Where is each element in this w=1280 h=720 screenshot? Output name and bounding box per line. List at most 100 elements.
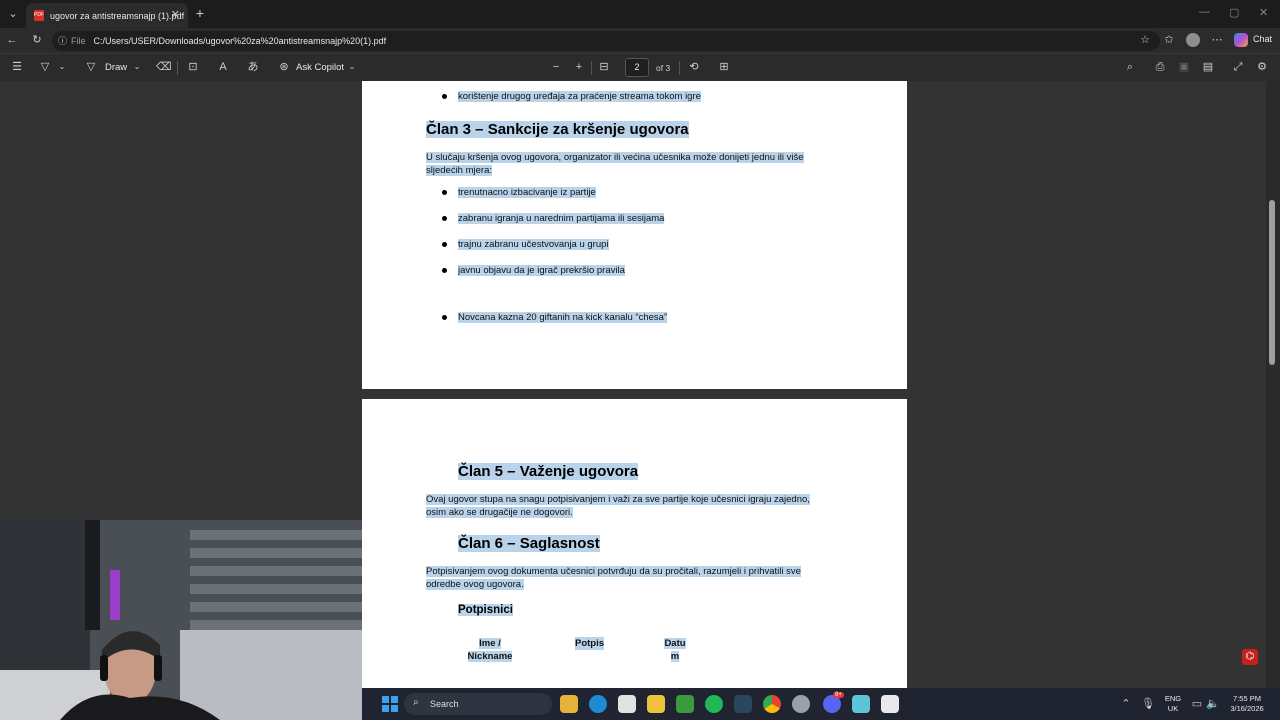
list-item: trajnu zabranu učestvovanja u grupi bbox=[442, 239, 609, 250]
acrobat-icon[interactable]: ⌬ bbox=[1242, 649, 1258, 665]
save-icon[interactable]: ▣ bbox=[1177, 60, 1191, 74]
spotify-icon[interactable] bbox=[705, 695, 723, 713]
file-explorer-icon[interactable] bbox=[560, 695, 578, 713]
winamp-icon[interactable] bbox=[647, 695, 665, 713]
new-tab-plus-icon[interactable]: + bbox=[193, 6, 207, 20]
taskbar-search-box[interactable]: ⌕ Search bbox=[404, 693, 552, 715]
taskbar-search-label: Search bbox=[430, 699, 459, 709]
clock[interactable]: 7:55 PM 3/16/2026 bbox=[1224, 694, 1270, 714]
scrollbar-track[interactable] bbox=[1266, 81, 1280, 688]
microphone-icon[interactable]: 🎙 bbox=[1141, 697, 1155, 711]
eraser-icon[interactable]: ⌫ bbox=[156, 60, 172, 74]
tray-chevron-icon[interactable]: ⌃ bbox=[1119, 697, 1133, 711]
webcam-overlay bbox=[0, 520, 362, 720]
snipping-tool-icon[interactable] bbox=[881, 695, 899, 713]
edge-browser-icon[interactable] bbox=[589, 695, 607, 713]
read-aloud-icon[interactable]: A bbox=[216, 60, 230, 74]
copilot-logo-icon[interactable] bbox=[1234, 33, 1248, 47]
signers-heading: Potpisnici bbox=[458, 604, 513, 616]
url-field[interactable]: ⓘ File C:/Users/USER/Downloads/ugovor%20… bbox=[52, 31, 1160, 51]
list-item: zabranu igranja u narednim partijama ili… bbox=[442, 213, 665, 224]
table-header-name: Ime / Nickname bbox=[467, 638, 513, 662]
minimize-icon[interactable]: — bbox=[1199, 6, 1210, 18]
discord-badge: 9+ bbox=[833, 692, 844, 698]
article-3-paragraph: U slučaju kršenja ovog ugovora, organiza… bbox=[426, 152, 804, 176]
pdf-page-1: korištenje drugog uređaja za praćenje st… bbox=[362, 81, 907, 389]
steam-icon[interactable] bbox=[734, 695, 752, 713]
more-menu-icon[interactable]: ⋯ bbox=[1210, 33, 1224, 47]
draw-button[interactable]: Draw bbox=[105, 62, 127, 73]
print-icon[interactable]: ⎙ bbox=[1153, 60, 1167, 74]
table-header-signature: Potpis bbox=[575, 637, 605, 650]
contents-list-icon[interactable]: ☰ bbox=[10, 60, 24, 74]
toolbar-divider bbox=[591, 61, 592, 75]
browser-tab-active[interactable]: PDF ugovor za antistreamsnajp (1).pdf ✕ bbox=[26, 3, 188, 28]
network-icon[interactable]: ▭ bbox=[1190, 697, 1204, 711]
page-number-input[interactable]: 2 bbox=[625, 58, 649, 77]
translate-icon[interactable]: あ bbox=[246, 60, 260, 74]
ask-copilot-button[interactable]: Ask Copilot bbox=[296, 62, 344, 73]
minecraft-icon[interactable] bbox=[676, 695, 694, 713]
article-6-paragraph: Potpisivanjem ovog dokumenta učesnici po… bbox=[426, 566, 801, 590]
zoom-out-icon[interactable]: − bbox=[549, 60, 563, 74]
table-header-date: Datu m bbox=[664, 638, 686, 662]
copilot-dropdown-icon[interactable]: ⌄ bbox=[347, 60, 357, 74]
expand-icon[interactable]: ⤢ bbox=[1231, 60, 1245, 74]
windows-start-icon[interactable] bbox=[382, 696, 398, 712]
settings-gear-icon[interactable]: ⚙ bbox=[1255, 60, 1269, 74]
article-5-heading: Član 5 – Važenje ugovora bbox=[458, 463, 639, 480]
language-indicator[interactable]: ENG UK bbox=[1162, 694, 1184, 714]
fit-page-icon[interactable]: ⊟ bbox=[597, 60, 611, 74]
highlight-dropdown-icon[interactable]: ⌄ bbox=[57, 60, 67, 74]
bullet-dot-icon bbox=[442, 216, 447, 221]
scrollbar-thumb[interactable] bbox=[1269, 200, 1275, 365]
sync-app-icon[interactable] bbox=[792, 695, 810, 713]
window-close-icon[interactable]: ✕ bbox=[1259, 6, 1268, 19]
text-box-icon[interactable]: ⊡ bbox=[186, 60, 200, 74]
maximize-icon[interactable]: ▢ bbox=[1229, 6, 1239, 19]
chat-button[interactable]: Chat bbox=[1253, 34, 1272, 44]
copilot-icon[interactable]: ⊛ bbox=[277, 60, 291, 74]
toolbar-divider bbox=[177, 61, 178, 75]
search-icon[interactable]: ⌕ bbox=[1123, 60, 1137, 74]
article-6-heading: Član 6 – Saglasnost bbox=[458, 535, 600, 552]
info-icon[interactable]: ⓘ bbox=[58, 34, 67, 48]
bullet-dot-icon bbox=[442, 94, 447, 99]
bullet-dot-icon bbox=[442, 315, 447, 320]
bullet-dot-icon bbox=[442, 242, 447, 247]
tab-strip: ⌄ PDF ugovor za antistreamsnajp (1).pdf … bbox=[0, 0, 1280, 28]
toolbar-divider bbox=[679, 61, 680, 75]
article-5-paragraph: Ovaj ugovor stupa na snagu potpisivanjem… bbox=[426, 494, 810, 518]
notepad-icon[interactable] bbox=[852, 695, 870, 713]
profile-avatar[interactable] bbox=[1186, 33, 1200, 47]
tab-title: ugovor za antistreamsnajp (1).pdf bbox=[50, 10, 185, 21]
favorites-icon[interactable]: ✩ bbox=[1162, 33, 1176, 47]
zoom-in-icon[interactable]: + bbox=[572, 60, 586, 74]
list-item: Novcana kazna 20 giftanih na kick kanalu… bbox=[442, 312, 668, 323]
address-bar-row: ← ↻ ⓘ File C:/Users/USER/Downloads/ugovo… bbox=[0, 28, 1280, 53]
article-3-heading: Član 3 – Sankcije za kršenje ugovora bbox=[426, 121, 689, 138]
chrome-icon[interactable] bbox=[763, 695, 781, 713]
page-view-icon[interactable]: ⊞ bbox=[717, 60, 731, 74]
pdf-toolbar: ☰ ▽ ⌄ ▽ Draw ⌄ ⌫ ⊡ A あ ⊛ Ask Copilot ⌄ −… bbox=[0, 53, 1280, 81]
store-icon[interactable] bbox=[618, 695, 636, 713]
volume-icon[interactable]: 🔈 bbox=[1206, 697, 1220, 711]
tab-search-chevron-icon[interactable]: ⌄ bbox=[6, 7, 20, 21]
list-item: javnu objavu da je igrač prekršio pravil… bbox=[442, 265, 625, 276]
save-as-icon[interactable]: ▤ bbox=[1201, 60, 1215, 74]
back-arrow-icon[interactable]: ← bbox=[5, 33, 19, 47]
list-item: trenutnacno izbacivanje iz partije bbox=[442, 187, 596, 198]
highlight-icon[interactable]: ▽ bbox=[38, 60, 52, 74]
reload-icon[interactable]: ↻ bbox=[30, 33, 44, 47]
tab-close-icon[interactable]: ✕ bbox=[171, 8, 180, 21]
favorite-star-icon[interactable]: ☆ bbox=[1138, 33, 1152, 47]
bullet-dot-icon bbox=[442, 190, 447, 195]
url-text: C:/Users/USER/Downloads/ugovor%20za%20an… bbox=[93, 36, 387, 46]
address-scheme-label: File bbox=[71, 36, 86, 46]
pdf-page-2: Član 5 – Važenje ugovora Ovaj ugovor stu… bbox=[362, 399, 907, 688]
rotate-icon[interactable]: ⟲ bbox=[687, 60, 701, 74]
draw-dropdown-icon[interactable]: ⌄ bbox=[132, 60, 142, 74]
webcam-scene bbox=[0, 520, 362, 720]
draw-pen-icon[interactable]: ▽ bbox=[84, 60, 98, 74]
bullet-dot-icon bbox=[442, 268, 447, 273]
